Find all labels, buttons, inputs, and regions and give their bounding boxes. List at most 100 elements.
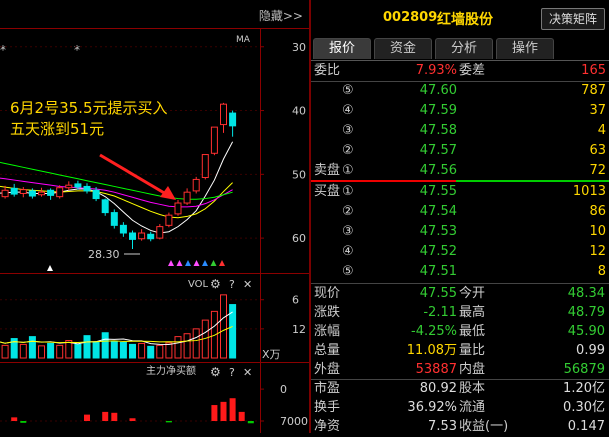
net-settings-gear-icon[interactable]: ⚙	[210, 365, 221, 379]
vol-bar	[19, 343, 27, 359]
candle-body	[220, 103, 227, 126]
stat-item: 今开 48.34	[459, 284, 605, 304]
level-index: ⑤	[342, 264, 354, 279]
net-buy-bar	[111, 412, 118, 421]
stat-value: -2.11	[423, 305, 457, 320]
candle-body	[174, 202, 182, 215]
buy-order-row[interactable]: ② 47.54 86	[311, 202, 609, 222]
level-index: ③	[342, 123, 354, 138]
vol-bar	[165, 342, 173, 359]
stat-label: 最高	[459, 305, 486, 320]
candle-body	[129, 232, 136, 240]
order-price: 47.58	[419, 123, 457, 138]
stat-label: 最低	[459, 324, 486, 339]
stat-value: 80.92	[419, 381, 457, 396]
stat-label: 市盈	[314, 381, 341, 396]
price-tick-label: 30	[292, 41, 306, 54]
signal-marker	[202, 260, 208, 266]
order-ratio-label: 委比	[314, 63, 341, 78]
stat-value: -4.25%	[411, 324, 457, 339]
stat-value: 0.99	[576, 343, 605, 358]
tab-quote[interactable]: 报价	[313, 38, 371, 59]
candle-body	[229, 112, 237, 127]
order-price: 47.52	[419, 244, 457, 259]
stat-label: 换手	[314, 400, 341, 415]
candle-body	[192, 178, 200, 192]
stat-value: 1.20亿	[563, 381, 605, 396]
vol-bar	[119, 341, 127, 359]
vol-help-icon[interactable]: ?	[229, 278, 235, 291]
buy-order-row[interactable]: ⑤ 47.51 8	[311, 262, 609, 282]
candle-body	[1, 189, 9, 198]
net-help-icon[interactable]: ?	[229, 366, 235, 379]
price-tick-label: 40	[292, 105, 306, 118]
vol-bar	[156, 344, 164, 359]
hide-panel-button[interactable]: 隐藏>>	[259, 7, 303, 24]
decision-matrix-button[interactable]: 决策矩阵	[541, 8, 605, 30]
sell-order-row[interactable]: ④ 47.59 37	[311, 101, 609, 121]
buy-order-row[interactable]: ④ 47.52 12	[311, 242, 609, 262]
vol-bar	[74, 343, 82, 359]
vol-bar	[47, 342, 55, 359]
star-mark: *	[74, 43, 80, 57]
price-tick-label: 50	[292, 168, 306, 181]
tab-funds[interactable]: 资金	[374, 38, 432, 59]
candle-body	[19, 189, 27, 194]
net-buy-bar	[229, 398, 236, 421]
candle-body	[47, 189, 55, 196]
quote-panel: 002809 红墙股份 决策矩阵 报价 资金 分析 操作 委比 7.93% 委差…	[311, 0, 609, 434]
signal-marker	[219, 260, 225, 266]
order-price: 47.51	[419, 264, 457, 279]
stat-value: 48.79	[567, 305, 605, 320]
chart-area[interactable]: 隐藏>> MA * * 60 50 40 30 6月2号35.5元提示买入 五天涨到5…	[0, 0, 309, 433]
level-index: ①	[342, 163, 354, 178]
stat-label: 涨跌	[314, 305, 341, 320]
buy-order-row[interactable]: ③ 47.53 10	[311, 222, 609, 242]
vol-bar	[1, 344, 9, 359]
stat-label: 现价	[314, 286, 341, 301]
star-mark: *	[0, 43, 6, 57]
signal-marker	[193, 260, 200, 266]
annotation-line-2: 五天涨到51元	[10, 120, 104, 138]
net-buy-bar	[247, 421, 254, 424]
order-volume: 72	[589, 163, 606, 178]
sell-order-row[interactable]: 卖盘 ① 47.56 72	[311, 161, 609, 181]
stat-value: 36.92%	[407, 400, 457, 415]
sell-order-row[interactable]: ② 47.57 63	[311, 141, 609, 161]
net-buy-bar	[129, 418, 136, 421]
stat-item: 外盘 53887	[314, 360, 457, 380]
stat-item: 总量 11.08万	[314, 341, 457, 361]
tab-analysis[interactable]: 分析	[435, 38, 493, 59]
vol-bar	[110, 340, 118, 359]
stat-value: 0.147	[567, 419, 605, 434]
signal-markers	[168, 260, 225, 266]
order-diff-value: 165	[581, 63, 606, 78]
charts-svg[interactable]: MA * * 60504030 6月2号35.5元提示买入 五天涨到51元 28…	[0, 28, 309, 433]
order-price: 47.60	[419, 83, 457, 98]
vol-bar	[129, 343, 136, 359]
vol-bar	[101, 332, 109, 359]
vol-bar	[192, 328, 200, 359]
sell-order-row[interactable]: ③ 47.58 4	[311, 121, 609, 141]
stat-item: 涨跌 -2.11	[314, 303, 457, 323]
net-close-icon[interactable]: ✕	[243, 366, 252, 379]
stat-label: 今开	[459, 286, 486, 301]
sell-order-row[interactable]: ⑤ 47.60 787	[311, 81, 609, 101]
order-volume: 63	[589, 143, 606, 158]
stat-item: 流通 0.30亿	[459, 398, 605, 418]
order-price: 47.55	[419, 184, 457, 199]
signal-marker	[210, 260, 217, 266]
buy-order-row[interactable]: 买盘 ① 47.55 1013	[311, 182, 609, 202]
vol-settings-gear-icon[interactable]: ⚙	[210, 277, 221, 291]
signal-marker	[47, 265, 53, 271]
tab-operation[interactable]: 操作	[496, 38, 554, 59]
stat-value: 56879	[563, 362, 605, 377]
stat-label: 流通	[459, 400, 486, 415]
low-price-label: 28.30	[88, 248, 120, 261]
order-volume: 12	[589, 244, 606, 259]
stat-label: 净资	[314, 419, 341, 434]
order-ratio-row: 委比 7.93% 委差 165	[311, 61, 609, 81]
stock-code: 002809	[383, 10, 438, 25]
vol-close-icon[interactable]: ✕	[243, 278, 252, 291]
candle-body	[38, 191, 45, 196]
